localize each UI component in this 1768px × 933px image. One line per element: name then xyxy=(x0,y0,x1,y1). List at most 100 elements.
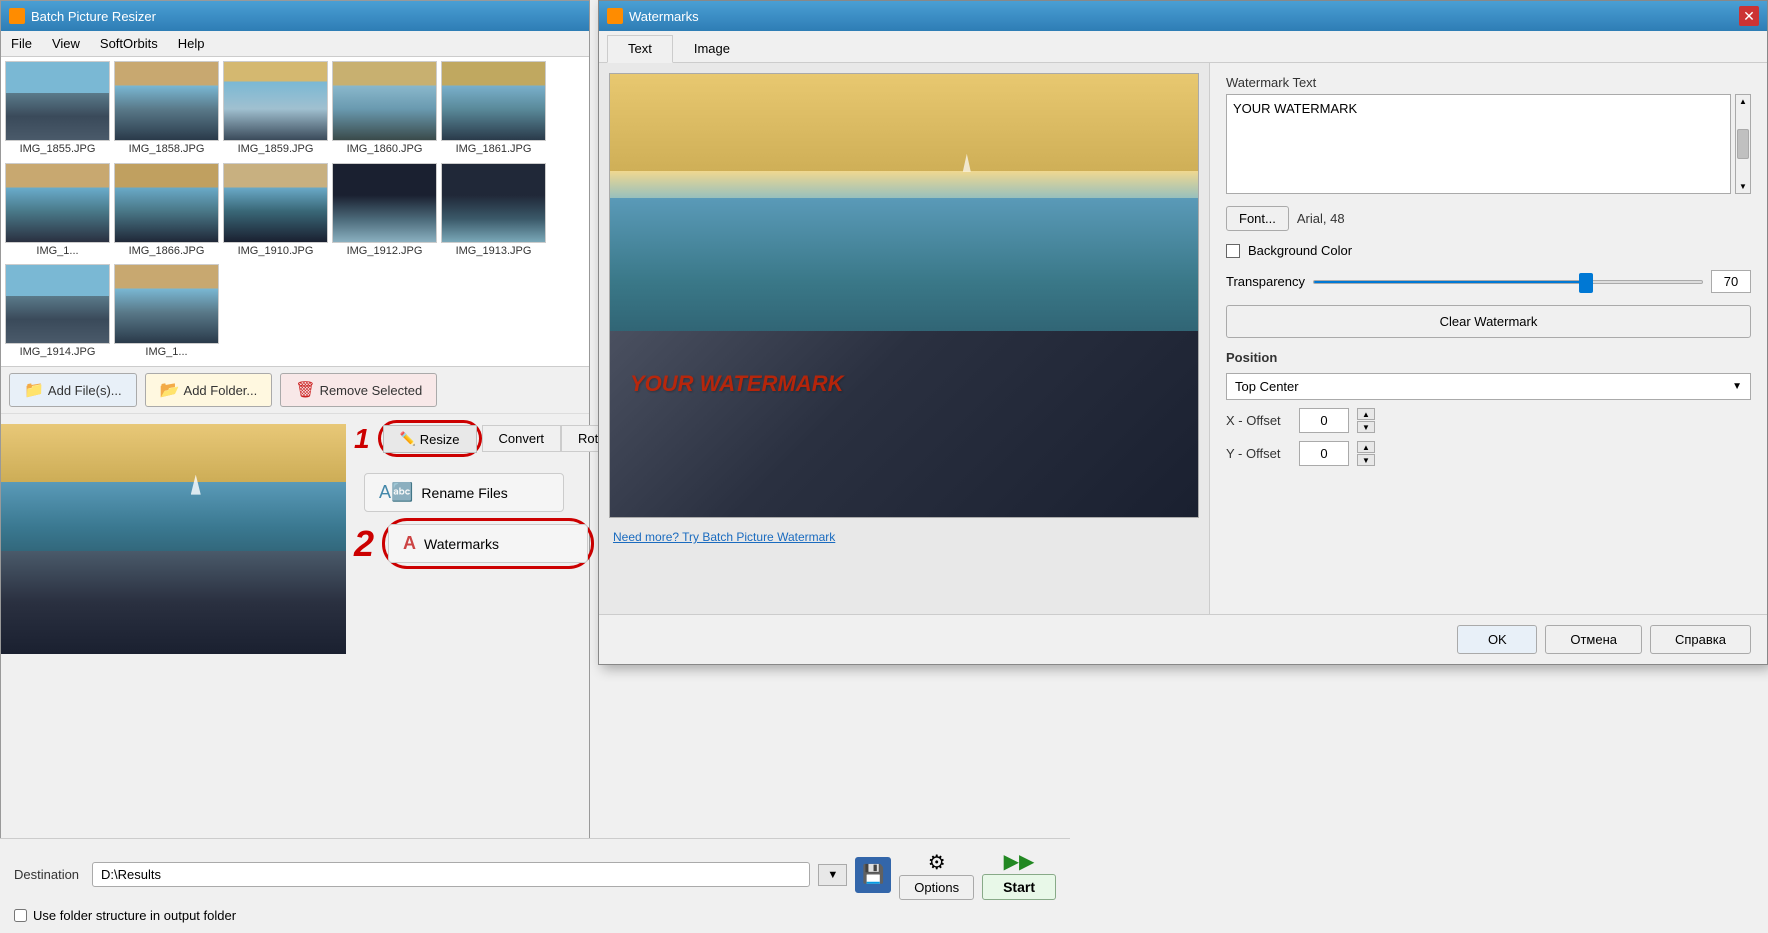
thumbnail-label: IMG_1860.JPG xyxy=(332,143,437,155)
position-dropdown[interactable]: Top Center ▼ xyxy=(1226,373,1751,400)
add-folder-label: Add Folder... xyxy=(184,383,258,398)
scrollbar-thumb[interactable] xyxy=(1737,129,1749,159)
dialog-content: YOUR WATERMARK Need more? Try Batch Pict… xyxy=(599,63,1767,658)
list-item[interactable]: IMG_1855.JPG xyxy=(5,61,110,159)
y-offset-input[interactable] xyxy=(1299,441,1349,466)
position-dropdown-value: Top Center xyxy=(1235,379,1732,394)
cancel-button[interactable]: Отмена xyxy=(1545,625,1642,654)
list-item[interactable]: IMG_1... xyxy=(114,264,219,362)
thumbnail-image xyxy=(114,163,219,243)
add-folder-button[interactable]: 📂 Add Folder... xyxy=(145,373,273,407)
folder-icon: 📂 xyxy=(160,380,180,400)
font-display: Arial, 48 xyxy=(1297,211,1345,226)
thumbnail-image xyxy=(332,61,437,141)
menu-view[interactable]: View xyxy=(48,34,84,53)
start-button[interactable]: Start xyxy=(982,874,1056,900)
scrollbar-up[interactable]: ▲ xyxy=(1739,97,1747,106)
tab-text[interactable]: Text xyxy=(607,35,673,63)
remove-icon: 🗑 xyxy=(295,380,315,400)
thumbnail-image xyxy=(223,61,328,141)
ok-button[interactable]: OK xyxy=(1457,625,1537,654)
thumbnail-image xyxy=(114,264,219,344)
thumbnail-label: IMG_1912.JPG xyxy=(332,245,437,257)
thumbnail-label: IMG_1859.JPG xyxy=(223,143,328,155)
destination-icon[interactable]: 💾 xyxy=(855,857,891,893)
thumbnail-label: IMG_1914.JPG xyxy=(5,346,110,358)
use-folder-structure-checkbox[interactable] xyxy=(14,909,27,922)
thumbnail-label: IMG_1913.JPG xyxy=(441,245,546,257)
app-window: Batch Picture Resizer File View SoftOrbi… xyxy=(0,0,590,933)
tab-image[interactable]: Image xyxy=(673,35,751,62)
start-area: ▶▶ Start xyxy=(982,849,1056,900)
menu-help[interactable]: Help xyxy=(174,34,209,53)
rename-label: Rename Files xyxy=(421,485,507,501)
chevron-down-icon: ▼ xyxy=(1732,381,1742,392)
dialog-bottom-bar: OK Отмена Справка xyxy=(599,614,1767,664)
slider-thumb[interactable] xyxy=(1579,273,1593,293)
y-offset-down[interactable]: ▼ xyxy=(1357,454,1375,466)
y-offset-up[interactable]: ▲ xyxy=(1357,441,1375,453)
watermarks-button[interactable]: A Watermarks xyxy=(388,524,588,563)
y-offset-label: Y - Offset xyxy=(1226,446,1291,461)
watermark-text-section: Watermark Text ▲ ▼ xyxy=(1226,75,1751,194)
scrollbar-down[interactable]: ▼ xyxy=(1739,182,1747,191)
thumbnail-image xyxy=(223,163,328,243)
x-offset-input[interactable] xyxy=(1299,408,1349,433)
close-button[interactable]: ✕ xyxy=(1739,6,1759,26)
transparency-slider[interactable] xyxy=(1313,280,1703,284)
rename-files-button[interactable]: A🔤 Rename Files xyxy=(364,473,564,512)
menu-softorbits[interactable]: SoftOrbits xyxy=(96,34,162,53)
tab-convert[interactable]: Convert xyxy=(482,425,562,452)
list-item[interactable]: IMG_1861.JPG xyxy=(441,61,546,159)
menu-bar: File View SoftOrbits Help xyxy=(1,31,589,57)
dialog-title: Watermarks xyxy=(629,9,699,24)
app-title: Batch Picture Resizer xyxy=(31,9,156,24)
add-files-button[interactable]: 📁 Add File(s)... xyxy=(9,373,137,407)
destination-dropdown-btn[interactable]: ▼ xyxy=(818,864,847,886)
list-item[interactable]: IMG_1858.JPG xyxy=(114,61,219,159)
options-button[interactable]: Options xyxy=(899,875,974,900)
background-color-checkbox[interactable] xyxy=(1226,244,1240,258)
app-titlebar: Batch Picture Resizer xyxy=(1,1,589,31)
list-item[interactable]: IMG_1912.JPG xyxy=(332,163,437,261)
x-offset-up[interactable]: ▲ xyxy=(1357,408,1375,420)
list-item[interactable]: IMG_1913.JPG xyxy=(441,163,546,261)
transparency-row: Transparency xyxy=(1226,270,1751,293)
list-item[interactable]: IMG_1866.JPG xyxy=(114,163,219,261)
add-files-icon: 📁 xyxy=(24,380,44,400)
help-button[interactable]: Справка xyxy=(1650,625,1751,654)
destination-input[interactable] xyxy=(92,862,810,887)
list-item[interactable]: IMG_1... xyxy=(5,163,110,261)
position-label: Position xyxy=(1226,350,1751,365)
bottom-panel: Destination ▼ 💾 ⚙ Options ▶▶ Start Use f… xyxy=(0,838,1070,933)
thumbnail-label: IMG_1866.JPG xyxy=(114,245,219,257)
font-row: Font... Arial, 48 xyxy=(1226,206,1751,231)
watermark-text-input[interactable] xyxy=(1226,94,1731,194)
list-item[interactable]: IMG_1914.JPG xyxy=(5,264,110,362)
remove-selected-button[interactable]: 🗑 Remove Selected xyxy=(280,373,437,407)
list-item[interactable]: IMG_1910.JPG xyxy=(223,163,328,261)
transparency-value-input[interactable] xyxy=(1711,270,1751,293)
thumbnail-label: IMG_1855.JPG xyxy=(5,143,110,155)
thumbnail-image xyxy=(5,163,110,243)
thumbnail-label: IMG_1858.JPG xyxy=(114,143,219,155)
thumbnail-label: IMG_1... xyxy=(114,346,219,358)
x-offset-down[interactable]: ▼ xyxy=(1357,421,1375,433)
folder-structure-label: Use folder structure in output folder xyxy=(33,908,236,923)
watermarks-dialog: Watermarks ✕ Text Image YOUR WATERMARK xyxy=(598,0,1768,665)
dialog-title-area: Watermarks xyxy=(607,8,699,24)
resize-icon: ✏️ xyxy=(400,431,416,447)
thumbnail-image xyxy=(332,163,437,243)
background-color-row: Background Color xyxy=(1226,243,1751,258)
thumbnail-image xyxy=(441,163,546,243)
tab-resize[interactable]: ✏️ Resize xyxy=(383,425,477,453)
clear-watermark-button[interactable]: Clear Watermark xyxy=(1226,305,1751,338)
menu-file[interactable]: File xyxy=(7,34,36,53)
action-bar: 📁 Add File(s)... 📂 Add Folder... 🗑 Remov… xyxy=(1,367,589,414)
font-button[interactable]: Font... xyxy=(1226,206,1289,231)
start-icon: ▶▶ xyxy=(1004,849,1035,874)
watermarks-label: Watermarks xyxy=(424,536,499,552)
list-item[interactable]: IMG_1859.JPG xyxy=(223,61,328,159)
batch-watermark-link[interactable]: Need more? Try Batch Picture Watermark xyxy=(609,526,1199,548)
list-item[interactable]: IMG_1860.JPG xyxy=(332,61,437,159)
